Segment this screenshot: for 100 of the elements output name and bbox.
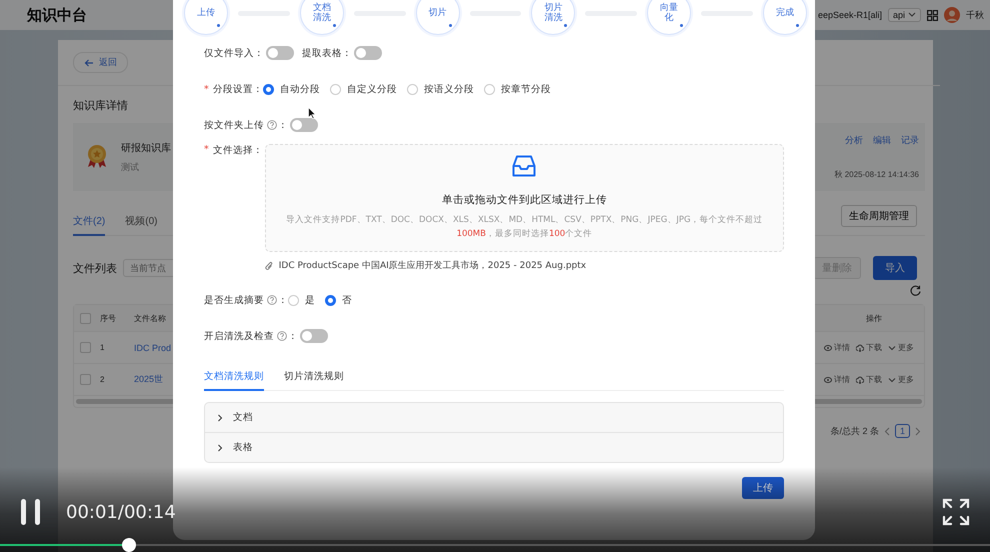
radio-label[interactable]: 按语义分段 (424, 82, 474, 96)
dropzone-hint: 导入文件支持PDF、TXT、DOC、DOCX、XLS、XLSX、MD、HTML、CSV、PPTX、PNG、JPEG、JPG，每个文件不超过 100MB，最多同时选择 100个文件 (285, 214, 764, 241)
label-colon: ： (278, 294, 288, 306)
action-link[interactable]: 记录 (901, 134, 919, 147)
page-number[interactable]: 1 (894, 424, 910, 438)
arrow-left-icon (84, 58, 94, 66)
step-circle: 向量化 (647, 0, 692, 35)
toggle-switch[interactable] (266, 46, 294, 60)
checkbox[interactable] (80, 374, 91, 385)
column-header: 操作 (865, 312, 883, 324)
inbox-icon (512, 154, 536, 177)
api-select[interactable]: api (888, 8, 921, 22)
user-name: 千秋 (966, 8, 984, 22)
caret-down-icon (908, 12, 916, 18)
file-name: IDC ProductScape 中国AI原生应用开发工具市场，2025 - 2025 Aug.pptx (278, 260, 586, 272)
updated-info: 秋 2025-08-12 14:14:36 (834, 169, 919, 180)
radio-label[interactable]: 按章节分段 (500, 82, 551, 96)
radio-button[interactable] (330, 84, 341, 94)
page-tab[interactable]: 文件(2) (73, 214, 106, 236)
knowledge-base-description: 测试 (121, 160, 140, 174)
field-label: 分段设置： (212, 82, 263, 96)
help-icon[interactable] (267, 120, 277, 130)
dropzone-title: 单击或拖动文件到此区域进行上传 (442, 192, 607, 207)
cloud-download-icon (856, 344, 864, 352)
radio-label[interactable]: 自定义分段 (346, 82, 397, 96)
refresh-icon[interactable] (910, 285, 921, 296)
radio-button[interactable] (325, 294, 336, 306)
action-link[interactable]: 编辑 (873, 134, 891, 147)
field-label: 文件选择： (212, 144, 263, 157)
pause-icon[interactable] (20, 498, 42, 526)
required-mark: * (204, 144, 209, 155)
page-tab[interactable]: 视频(0) (125, 214, 158, 236)
knowledge-base-name: 研报知识库 (121, 142, 171, 154)
row-action-link[interactable]: 下载 (856, 374, 882, 385)
radio-label[interactable]: 是 (305, 294, 315, 306)
file-list-title: 文件列表 (73, 262, 117, 276)
radio-button[interactable] (406, 84, 418, 94)
rules-tab[interactable]: 切片清洗规则 (284, 370, 344, 391)
medal-icon (87, 144, 107, 170)
column-header: 文件名称 (134, 312, 167, 324)
field-label: 仅文件导入： (204, 46, 264, 60)
back-button[interactable]: 返回 (73, 52, 128, 73)
radio-label[interactable]: 自动分段 (280, 82, 320, 96)
fullscreen-icon[interactable] (942, 498, 970, 526)
field-label: 提取表格： (302, 46, 352, 60)
help-icon[interactable] (267, 295, 277, 305)
upload-dropzone[interactable]: 单击或拖动文件到此区域进行上传 导入文件支持PDF、TXT、DOC、DOCX、XLS、XLSX、MD、HTML、CSV、PPTX、PNG、JPEG、JPG，每个文件不超过 100MB，最多同时选择 100个文件 (264, 144, 784, 252)
upload-button[interactable]: 上传 (742, 477, 784, 499)
table-cell-text: 2 (100, 375, 106, 384)
video-progress-bar[interactable] (0, 538, 990, 552)
radio-button[interactable] (484, 84, 495, 94)
pagination-summary: 条/总共 2 条 (830, 424, 879, 438)
column-header: 序号 (100, 312, 117, 324)
app-title: 知识中台 (27, 6, 87, 24)
toggle-switch[interactable] (300, 329, 328, 343)
row-action-link[interactable]: 更多 (888, 342, 914, 353)
grid-icon[interactable] (927, 10, 938, 20)
field-label: 开启清洗及检查 (204, 330, 274, 342)
step-circle: 上传 (184, 0, 228, 35)
table-cell-text: 1 (100, 343, 106, 352)
radio-label[interactable]: 否 (342, 294, 352, 306)
import-button[interactable]: 导入 (873, 256, 917, 280)
label-colon: ： (288, 330, 298, 342)
paperclip-icon (264, 260, 273, 270)
mouse-cursor-icon (308, 107, 316, 119)
action-link[interactable]: 分析 (845, 134, 863, 147)
step-circle: 完成 (762, 0, 807, 35)
radio-button[interactable] (262, 84, 274, 94)
step-circle: 切片清洗 (531, 0, 576, 35)
step-circle: 文档清洗 (300, 0, 344, 35)
chevron-down-icon (888, 376, 896, 384)
row-action-link[interactable]: 详情 (824, 374, 850, 385)
eye-icon (824, 344, 832, 352)
collapse-panel[interactable]: 表格 (205, 432, 783, 462)
field-label: 是否生成摘要 (204, 294, 264, 306)
required-mark: * (204, 84, 209, 94)
step-circle: 切片 (416, 0, 460, 35)
next-page-icon[interactable] (915, 426, 921, 436)
rules-tab[interactable]: 文档清洗规则 (204, 370, 264, 391)
row-action-link[interactable]: 更多 (888, 374, 914, 385)
help-icon[interactable] (277, 331, 287, 341)
eye-icon (824, 376, 832, 384)
video-time: 00:01/00:14 (66, 502, 176, 522)
previous-page-icon[interactable] (884, 426, 890, 436)
collapse-panel[interactable]: 文档 (205, 403, 783, 432)
checkbox[interactable] (80, 342, 91, 353)
avatar-icon[interactable] (944, 7, 960, 23)
checkbox[interactable] (80, 312, 91, 324)
model-select[interactable]: eepSeek-R1[ali] (818, 10, 882, 20)
radio-button[interactable] (288, 294, 299, 306)
panel-title: 文档 (233, 411, 253, 424)
lifecycle-button[interactable]: 生命周期管理 (841, 205, 917, 227)
cloud-download-icon (856, 376, 864, 384)
toggle-switch[interactable] (354, 46, 382, 60)
row-action-link[interactable]: 下载 (856, 342, 882, 353)
field-label: 按文件夹上传 (204, 118, 264, 132)
section-title: 知识库详情 (73, 98, 129, 113)
label-colon: ： (278, 118, 288, 132)
row-action-link[interactable]: 详情 (824, 342, 850, 353)
toggle-switch[interactable] (290, 118, 318, 132)
